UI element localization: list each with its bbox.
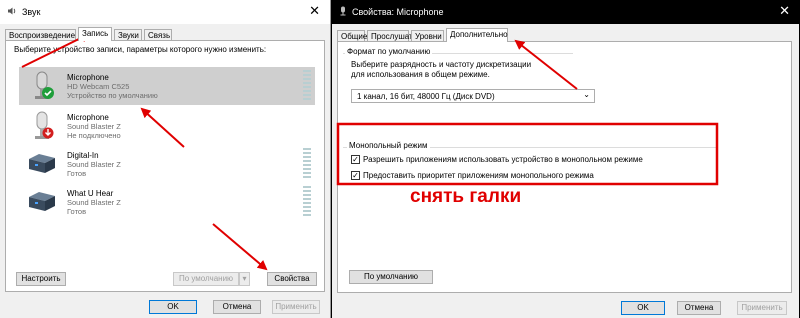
exclusive-mode-highlight xyxy=(336,122,719,186)
arrow-to-properties-button xyxy=(212,223,268,271)
annotation-note: снять галки xyxy=(410,186,522,207)
annotation-overlay xyxy=(21,33,719,271)
tab-recording[interactable]: Запись xyxy=(78,27,112,41)
tab-advanced[interactable]: Дополнительно xyxy=(446,28,508,42)
arrow-to-selected-device xyxy=(140,107,185,148)
arrow-to-advanced-tab xyxy=(514,39,578,90)
